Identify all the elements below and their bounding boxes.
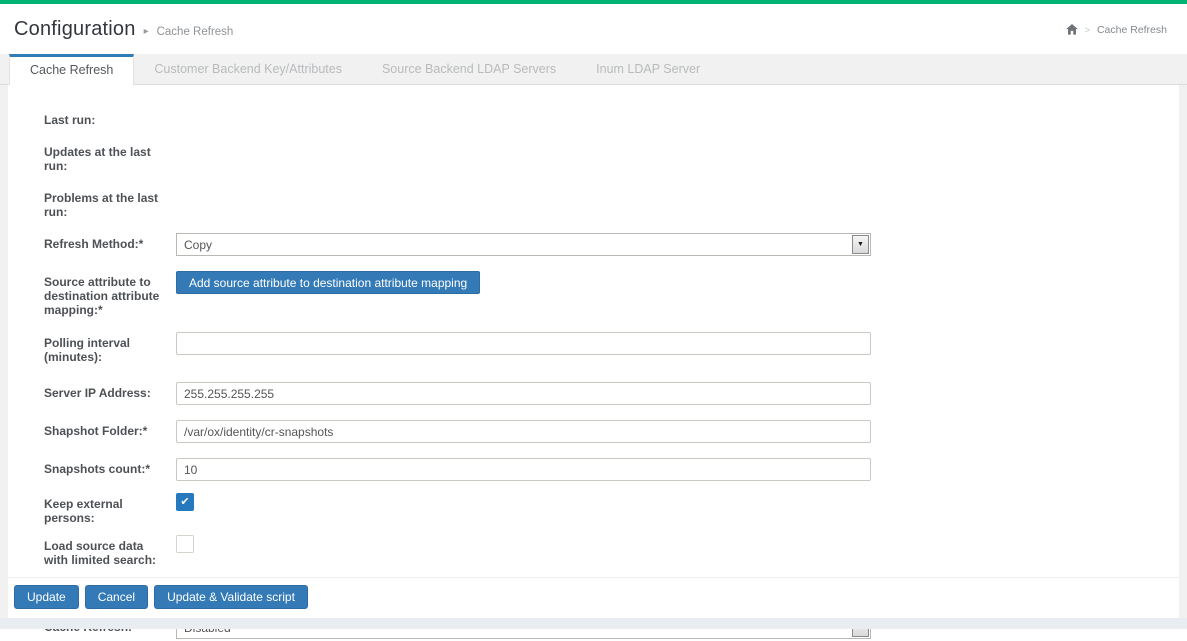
problems-last-run-label: Problems at the last run:: [44, 187, 168, 219]
server-ip-input[interactable]: [176, 382, 871, 405]
field-last-run: Last run:: [44, 109, 1179, 127]
field-polling-interval: Polling interval (minutes):: [44, 332, 1179, 364]
server-ip-label: Server IP Address:: [44, 382, 168, 400]
tab-cache-refresh[interactable]: Cache Refresh: [9, 54, 134, 85]
source-mapping-label: Source attribute to destination attribut…: [44, 271, 168, 317]
field-server-ip: Server IP Address:: [44, 382, 1179, 405]
main-region: Cache Refresh Customer Backend Key/Attri…: [0, 54, 1187, 629]
field-source-mapping: Source attribute to destination attribut…: [44, 271, 1179, 317]
chevron-down-icon: ▼: [852, 235, 869, 254]
keep-external-persons-checkbox[interactable]: ✔: [176, 493, 194, 511]
caret-right-icon: ▸: [144, 26, 149, 37]
tab-bar: Cache Refresh Customer Backend Key/Attri…: [0, 54, 1187, 85]
tab-customer-backend-key-attributes[interactable]: Customer Backend Key/Attributes: [134, 54, 362, 84]
keep-external-persons-label: Keep external persons:: [44, 493, 168, 525]
field-updates-last-run: Updates at the last run:: [44, 141, 1179, 173]
load-source-limited-checkbox[interactable]: [176, 535, 194, 553]
cache-refresh-form: Last run: Updates at the last run: Probl…: [8, 85, 1179, 639]
snapshot-folder-input[interactable]: [176, 420, 871, 443]
refresh-method-value: Copy: [177, 238, 212, 252]
field-snapshots-count: Snapshots count:*: [44, 458, 1179, 481]
breadcrumb: > Cache Refresh: [1066, 24, 1171, 36]
breadcrumb-item[interactable]: Cache Refresh: [1097, 24, 1167, 36]
field-snapshot-folder: Shapshot Folder:*: [44, 420, 1179, 443]
polling-interval-label: Polling interval (minutes):: [44, 332, 168, 364]
action-bar: Update Cancel Update & Validate script: [8, 577, 1179, 618]
snapshots-count-input[interactable]: [176, 458, 871, 481]
cancel-button[interactable]: Cancel: [85, 585, 148, 609]
field-refresh-method: Refresh Method:* Copy ▼: [44, 233, 1179, 256]
load-source-limited-label: Load source data with limited search:: [44, 535, 168, 567]
page-header: Configuration ▸ Cache Refresh > Cache Re…: [0, 4, 1187, 54]
footer-strip: [0, 618, 1187, 629]
update-button[interactable]: Update: [14, 585, 79, 609]
refresh-method-label: Refresh Method:*: [44, 233, 168, 251]
last-run-label: Last run:: [44, 109, 168, 127]
tab-source-backend-ldap-servers[interactable]: Source Backend LDAP Servers: [362, 54, 576, 84]
tab-content-panel: Last run: Updates at the last run: Probl…: [8, 85, 1179, 618]
field-keep-external-persons: Keep external persons: ✔: [44, 493, 1179, 525]
tab-inum-ldap-server[interactable]: Inum LDAP Server: [576, 54, 720, 84]
page-subtitle: Cache Refresh: [157, 26, 234, 38]
snapshots-count-label: Snapshots count:*: [44, 458, 168, 476]
page-title: Configuration: [14, 18, 136, 41]
updates-last-run-label: Updates at the last run:: [44, 141, 168, 173]
snapshot-folder-label: Shapshot Folder:*: [44, 420, 168, 438]
field-problems-last-run: Problems at the last run:: [44, 187, 1179, 219]
breadcrumb-separator: >: [1085, 25, 1090, 35]
polling-interval-input[interactable]: [176, 332, 871, 355]
title-wrap: Configuration ▸ Cache Refresh: [14, 18, 233, 41]
refresh-method-select[interactable]: Copy ▼: [176, 233, 871, 256]
field-load-source-limited: Load source data with limited search:: [44, 535, 1179, 567]
home-icon[interactable]: [1066, 24, 1078, 35]
update-validate-script-button[interactable]: Update & Validate script: [154, 585, 308, 609]
add-source-mapping-button[interactable]: Add source attribute to destination attr…: [176, 271, 480, 294]
